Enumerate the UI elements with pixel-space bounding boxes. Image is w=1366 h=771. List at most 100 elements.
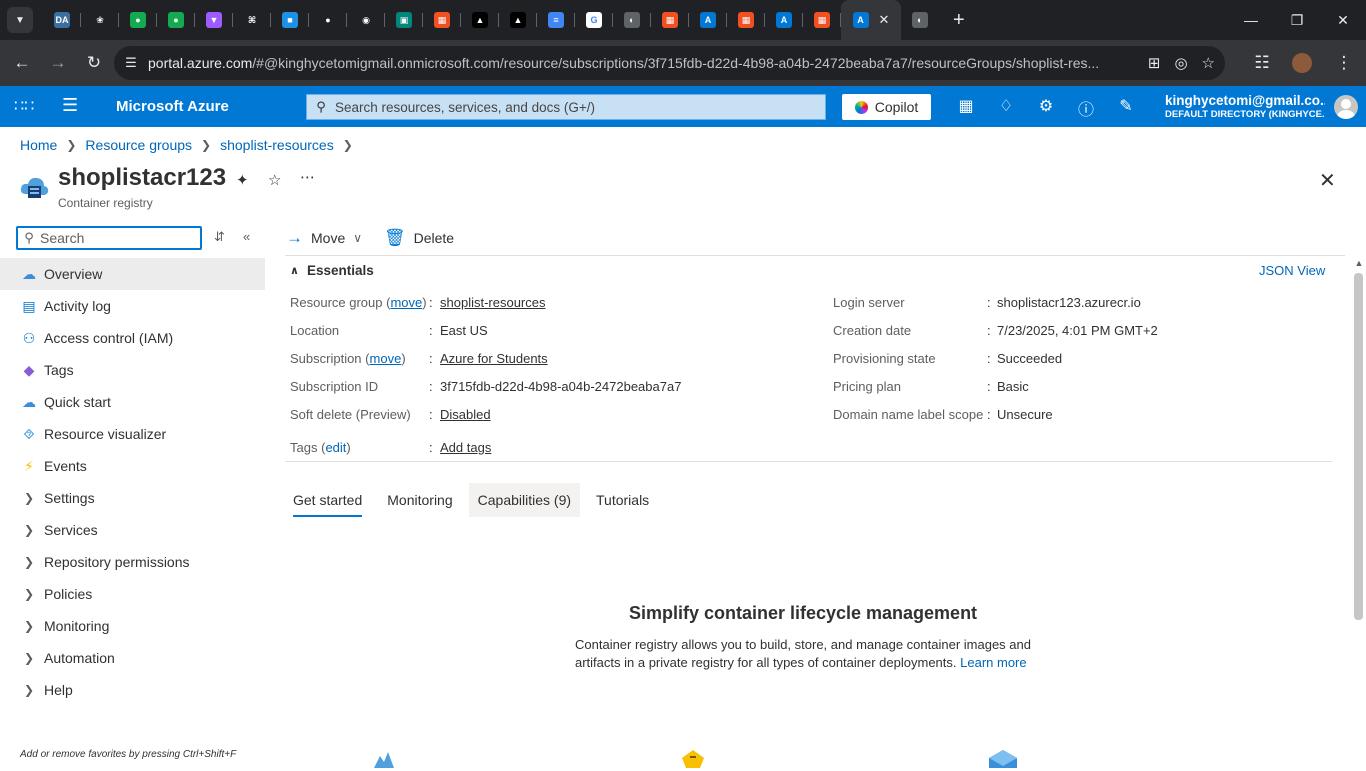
pin-icon[interactable]: ✦ — [236, 171, 249, 189]
soft-delete-link[interactable]: Disabled — [440, 407, 491, 422]
nav-item-services[interactable]: ❯ Services — [0, 514, 265, 546]
favorite-star-icon[interactable]: ☆ — [268, 171, 281, 189]
browser-tab[interactable]: ◉ — [347, 0, 385, 40]
expand-collapse-icon[interactable]: ⇵ — [214, 229, 225, 245]
browser-tab[interactable]: A — [765, 0, 803, 40]
move-subscription-link[interactable]: move — [370, 351, 402, 366]
quick-start-cloud-icon: ☁ — [22, 393, 36, 410]
nav-item-tags[interactable]: ◆ Tags — [0, 354, 265, 386]
browser-tab[interactable]: ▦ — [651, 0, 689, 40]
domain-label-scope-label: Domain name label scope — [833, 407, 984, 422]
global-search-input[interactable]: ⚲ Search resources, services, and docs (… — [306, 94, 826, 120]
copilot-button[interactable]: Copilot — [842, 94, 931, 120]
json-view-link[interactable]: JSON View — [1259, 263, 1325, 278]
move-rg-link[interactable]: move — [390, 295, 422, 310]
browser-tab[interactable]: G — [575, 0, 613, 40]
resource-group-link[interactable]: shoplist-resources — [440, 295, 546, 310]
nav-item-automation[interactable]: ❯ Automation — [0, 642, 265, 674]
browser-tab[interactable]: ● — [309, 0, 347, 40]
tab-get-started[interactable]: Get started — [284, 483, 371, 517]
move-button[interactable]: → Move ∨ — [286, 228, 362, 248]
browser-tab[interactable]: ▦ — [727, 0, 765, 40]
new-tab-plus-icon[interactable]: + — [953, 9, 965, 32]
site-info-icon[interactable]: ☰ — [114, 55, 148, 71]
help-question-icon[interactable]: ⓘ — [1075, 96, 1097, 120]
browser-tab[interactable]: ▦ — [803, 0, 841, 40]
learn-more-link[interactable]: Learn more — [960, 655, 1026, 670]
minimize-icon[interactable]: — — [1228, 0, 1274, 40]
tab-tutorials[interactable]: Tutorials — [587, 483, 658, 517]
browser-tab[interactable]: A — [689, 0, 727, 40]
more-ellipsis-icon[interactable]: ⋯ — [300, 168, 315, 186]
browser-tab[interactable]: ■ — [271, 0, 309, 40]
nav-item-help[interactable]: ❯ Help — [0, 674, 265, 706]
browser-tab[interactable]: DA — [43, 0, 81, 40]
browser-tab[interactable]: ⌘ — [233, 0, 271, 40]
portal-menu-icon[interactable]: ☰ — [62, 95, 78, 116]
bookmark-star-icon[interactable]: ☆ — [1202, 54, 1215, 72]
tracking-eye-icon[interactable]: ◎ — [1174, 54, 1187, 72]
chrome-menu-icon[interactable]: ⋮ — [1326, 45, 1362, 81]
subscription-link[interactable]: Azure for Students — [440, 351, 548, 366]
browser-tab[interactable]: ● — [119, 0, 157, 40]
browser-tab[interactable]: ▲ — [499, 0, 537, 40]
tab-monitoring[interactable]: Monitoring — [378, 483, 461, 517]
address-bar[interactable]: ☰ portal.azure.com/#@kinghycetomigmail.o… — [114, 46, 1225, 80]
browser-tab[interactable]: ▦ — [423, 0, 461, 40]
colon: : — [987, 295, 991, 310]
feedback-icon[interactable]: ✎ — [1115, 96, 1137, 116]
scrollbar-thumb[interactable] — [1354, 273, 1363, 620]
close-window-icon[interactable]: ✕ — [1320, 0, 1366, 40]
back-arrow-icon[interactable]: ← — [4, 45, 40, 81]
url-text[interactable]: portal.azure.com/#@kinghycetomigmail.onm… — [148, 55, 1114, 71]
nav-item-monitoring[interactable]: ❯ Monitoring — [0, 610, 265, 642]
profile-avatar-icon[interactable] — [1292, 53, 1312, 73]
breadcrumb-resource-group[interactable]: shoplist-resources — [220, 137, 334, 153]
settings-gear-icon[interactable]: ⚙ — [1035, 96, 1057, 116]
browser-tabs: DA ❀ ● ● ▼ ⌘ ■ ● ◉ ▣ ▦ ▲ ▲ ≡ G ◐ ▦ A ▦ A ▦ A ✕ ◐ — [43, 0, 939, 40]
browser-tab[interactable]: ≡ — [537, 0, 575, 40]
install-app-icon[interactable]: ⊞ — [1148, 54, 1161, 72]
nav-item-events[interactable]: ⚡ Events — [0, 450, 265, 482]
notifications-bell-icon[interactable]: ♢ — [995, 96, 1017, 116]
restore-icon[interactable]: ❐ — [1274, 0, 1320, 40]
browser-tab[interactable]: ● — [157, 0, 195, 40]
browser-tab[interactable]: ▣ — [385, 0, 423, 40]
nav-item-repository-permissions[interactable]: ❯ Repository permissions — [0, 546, 265, 578]
extensions-puzzle-icon[interactable]: ☷ — [1244, 45, 1280, 81]
nav-item-quick-start[interactable]: ☁ Quick start — [0, 386, 265, 418]
login-server-value: shoplistacr123.azurecr.io — [997, 295, 1141, 310]
edit-tags-link[interactable]: edit — [325, 440, 346, 455]
azure-brand[interactable]: Microsoft Azure — [116, 98, 229, 115]
browser-tab[interactable]: ▲ — [461, 0, 499, 40]
breadcrumb-resource-groups[interactable]: Resource groups — [85, 137, 192, 153]
browser-tab[interactable]: ❀ — [81, 0, 119, 40]
breadcrumb-home[interactable]: Home — [20, 137, 57, 153]
nav-item-settings[interactable]: ❯ Settings — [0, 482, 265, 514]
nav-item-overview[interactable]: ☁ Overview — [0, 258, 265, 290]
cloud-shell-icon[interactable]: ▦ — [955, 96, 977, 116]
tab-search-chevron-icon[interactable]: ▼ — [7, 7, 33, 33]
reload-icon[interactable]: ↻ — [76, 45, 112, 81]
collapse-menu-icon[interactable]: « — [243, 229, 250, 244]
forward-arrow-icon[interactable]: → — [40, 45, 76, 81]
active-browser-tab[interactable]: A ✕ — [841, 0, 901, 40]
browser-tab[interactable]: ▼ — [195, 0, 233, 40]
close-tab-icon[interactable]: ✕ — [879, 12, 890, 28]
scroll-up-arrow-icon[interactable]: ▲ — [1353, 258, 1365, 270]
nav-item-resource-visualizer[interactable]: ⯑ Resource visualizer — [0, 418, 265, 450]
delete-button[interactable]: 🗑 Delete — [384, 228, 454, 248]
add-tags-link[interactable]: Add tags — [440, 440, 491, 455]
browser-tab[interactable]: ◐ — [613, 0, 651, 40]
nav-item-policies[interactable]: ❯ Policies — [0, 578, 265, 610]
tab-capabilities[interactable]: Capabilities (9) — [468, 483, 581, 517]
close-icon[interactable]: ✕ — [1319, 168, 1336, 193]
browser-tab[interactable]: ◐ — [901, 0, 939, 40]
nav-item-activity-log[interactable]: ▤ Activity log — [0, 290, 265, 322]
essentials-toggle[interactable]: ∧ Essentials — [290, 263, 374, 278]
avatar[interactable] — [1334, 95, 1358, 119]
nav-search-input[interactable]: ⚲ Search — [16, 226, 202, 250]
app-launcher-icon[interactable]: ∷∷ — [14, 96, 34, 116]
account-menu[interactable]: kinghycetomi@gmail.co... DEFAULT DIRECTO… — [1165, 93, 1325, 120]
nav-item-access-control-iam[interactable]: ⚇ Access control (IAM) — [0, 322, 265, 354]
